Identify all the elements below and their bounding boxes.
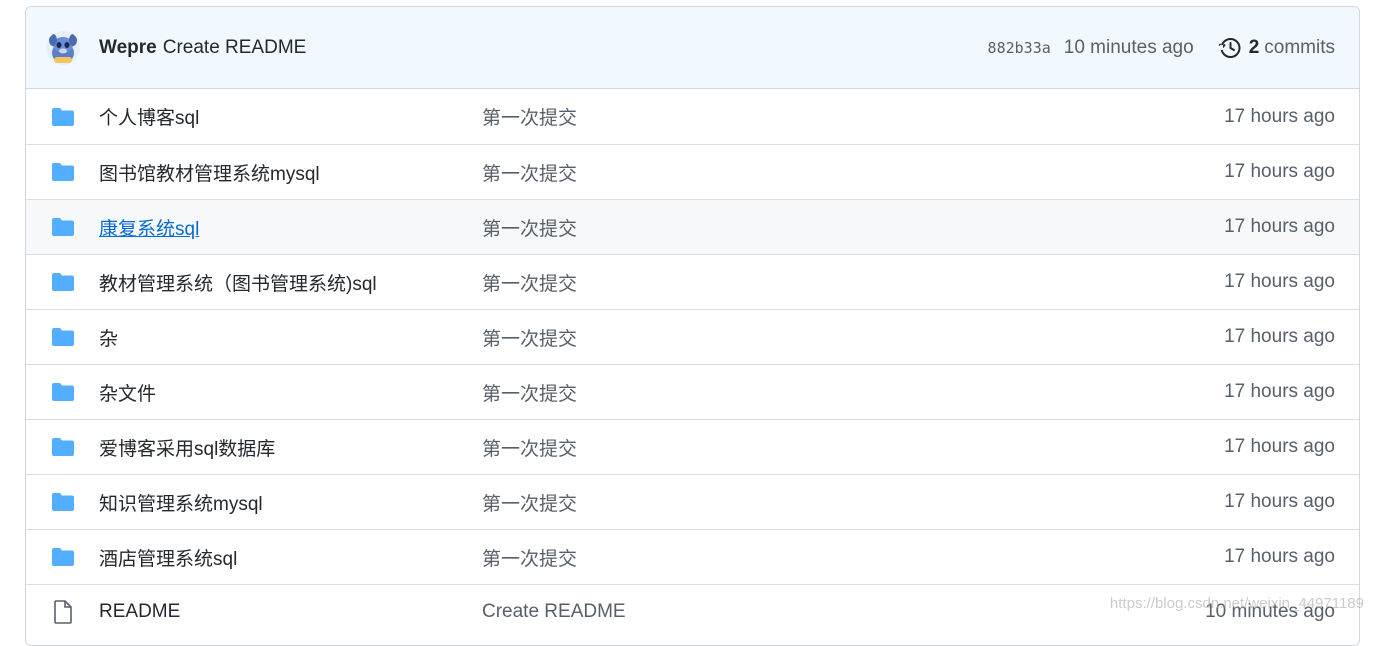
file-name-link[interactable]: 个人博客sql: [99, 103, 482, 130]
commit-message-link[interactable]: Create README: [482, 601, 1205, 623]
commit-message-link[interactable]: 第一次提交: [482, 434, 1224, 461]
commits-link[interactable]: 2 commits: [1218, 36, 1335, 60]
commits-count: 2: [1249, 37, 1260, 59]
file-row[interactable]: 酒店管理系统sql第一次提交17 hours ago: [26, 529, 1359, 584]
file-name-link[interactable]: 杂文件: [99, 379, 482, 406]
file-list: 个人博客sql第一次提交17 hours ago图书馆教材管理系统mysql第一…: [26, 89, 1359, 639]
commit-message-link[interactable]: 第一次提交: [482, 159, 1224, 186]
file-name-link[interactable]: 教材管理系统（图书管理系统)sql: [99, 269, 482, 296]
commit-message-link[interactable]: 第一次提交: [482, 324, 1224, 351]
commit-age: 17 hours ago: [1224, 216, 1335, 238]
file-row[interactable]: 知识管理系统mysql第一次提交17 hours ago: [26, 474, 1359, 529]
commit-message-link[interactable]: 第一次提交: [482, 269, 1224, 296]
file-name-link[interactable]: 酒店管理系统sql: [99, 544, 482, 571]
commit-author[interactable]: Wepre: [99, 37, 157, 59]
file-name-link[interactable]: README: [99, 601, 482, 623]
file-row[interactable]: 个人博客sql第一次提交17 hours ago: [26, 89, 1359, 144]
commit-age: 17 hours ago: [1224, 106, 1335, 128]
commit-message-link[interactable]: 第一次提交: [482, 379, 1224, 406]
file-name-link[interactable]: 杂: [99, 324, 482, 351]
watermark: https://blog.csdn.net/weixin_44971189: [1110, 595, 1364, 612]
folder-icon: [50, 214, 76, 240]
folder-icon: [50, 489, 76, 515]
commit-age: 17 hours ago: [1224, 326, 1335, 348]
commit-age: 17 hours ago: [1224, 491, 1335, 513]
folder-icon: [50, 379, 76, 405]
commit-age: 17 hours ago: [1224, 436, 1335, 458]
folder-icon: [50, 104, 76, 130]
file-row[interactable]: 教材管理系统（图书管理系统)sql第一次提交17 hours ago: [26, 254, 1359, 309]
commit-age: 17 hours ago: [1224, 161, 1335, 183]
commit-message-link[interactable]: 第一次提交: [482, 214, 1224, 241]
file-name-link[interactable]: 爱博客采用sql数据库: [99, 434, 482, 461]
folder-icon: [50, 434, 76, 460]
commit-message-link[interactable]: 第一次提交: [482, 103, 1224, 130]
folder-icon: [50, 159, 76, 185]
commit-message[interactable]: Create README: [163, 37, 307, 59]
commit-age: 17 hours ago: [1224, 546, 1335, 568]
commit-time: 10 minutes ago: [1064, 37, 1194, 59]
commit-message-link[interactable]: 第一次提交: [482, 544, 1224, 571]
file-name-link[interactable]: 康复系统sql: [99, 214, 482, 241]
file-row[interactable]: 爱博客采用sql数据库第一次提交17 hours ago: [26, 419, 1359, 474]
commits-label: commits: [1264, 37, 1335, 59]
folder-icon: [50, 324, 76, 350]
file-row[interactable]: 杂第一次提交17 hours ago: [26, 309, 1359, 364]
latest-commit-bar: Wepre Create README 882b33a 10 minutes a…: [26, 7, 1359, 89]
file-row[interactable]: 康复系统sql第一次提交17 hours ago: [26, 199, 1359, 254]
file-name-link[interactable]: 知识管理系统mysql: [99, 489, 482, 516]
commit-age: 17 hours ago: [1224, 271, 1335, 293]
file-row[interactable]: 杂文件第一次提交17 hours ago: [26, 364, 1359, 419]
file-icon: [50, 599, 76, 625]
avatar-icon[interactable]: [46, 31, 80, 65]
folder-icon: [50, 269, 76, 295]
file-browser: Wepre Create README 882b33a 10 minutes a…: [25, 6, 1360, 646]
folder-icon: [50, 544, 76, 570]
file-name-link[interactable]: 图书馆教材管理系统mysql: [99, 159, 482, 186]
commit-sha[interactable]: 882b33a: [988, 39, 1051, 57]
file-row[interactable]: 图书馆教材管理系统mysql第一次提交17 hours ago: [26, 144, 1359, 199]
history-icon: [1218, 36, 1242, 60]
commit-age: 17 hours ago: [1224, 381, 1335, 403]
commit-message-link[interactable]: 第一次提交: [482, 489, 1224, 516]
